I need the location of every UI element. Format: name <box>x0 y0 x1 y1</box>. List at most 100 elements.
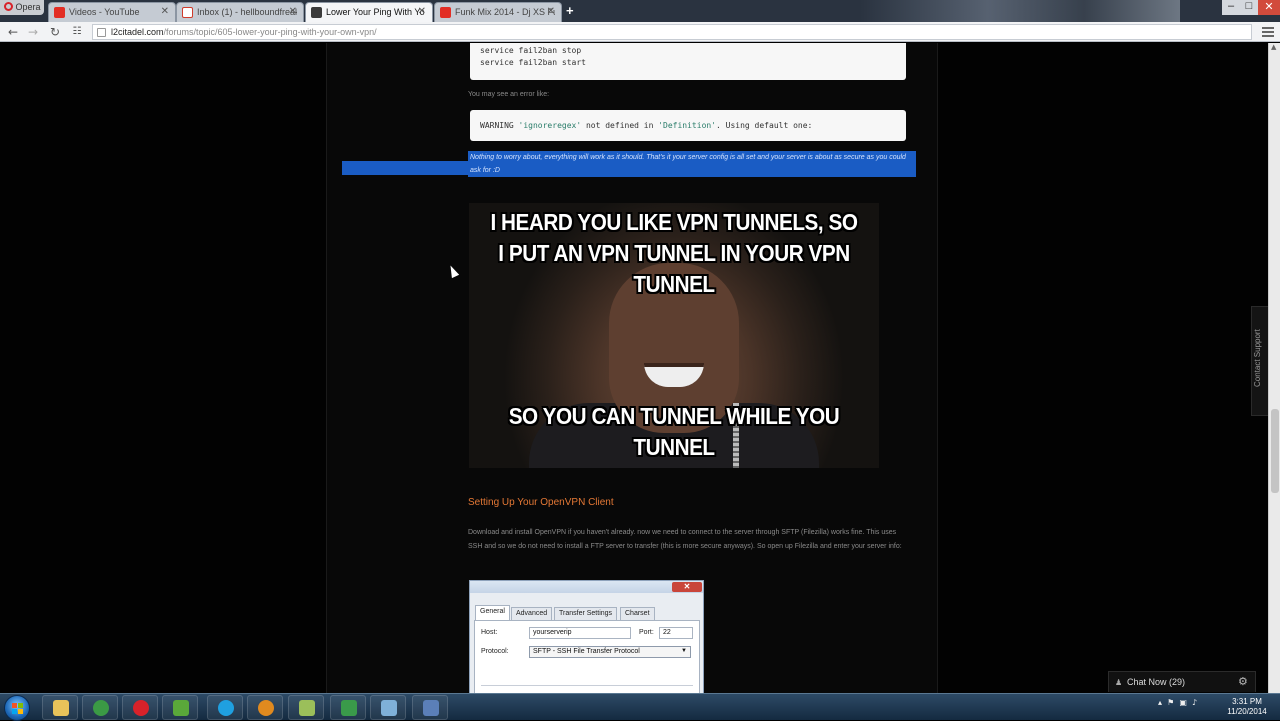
maximize-button[interactable]: □ <box>1240 0 1258 15</box>
meme-image: I HEARD YOU LIKE VPN TUNNELS, SO I PUT A… <box>469 203 879 468</box>
filezilla-icon <box>341 700 357 716</box>
youtube-icon <box>440 7 451 18</box>
back-button[interactable]: ← <box>6 25 20 39</box>
tab-close-icon[interactable]: ✕ <box>161 6 169 17</box>
close-window-button[interactable]: ✕ <box>1258 0 1280 15</box>
speed-dial-icon[interactable]: ☷ <box>70 25 84 39</box>
taskbar-chrome-button[interactable] <box>82 695 118 720</box>
page-icon <box>97 28 106 37</box>
scroll-up-icon[interactable]: ▲ <box>1271 43 1276 51</box>
taskbar-xsplit-button[interactable] <box>247 695 283 720</box>
url-path: /forums/topic/605-lower-your-ping-with-y… <box>163 27 377 37</box>
reload-button[interactable]: ↻ <box>48 25 62 39</box>
host-input: yourserverip <box>529 627 631 639</box>
protocol-label: Protocol: <box>481 648 509 655</box>
address-toolbar: ← → ↻ ☷ l2citadel.com/forums/topic/605-l… <box>0 22 1280 42</box>
text-selection-highlight <box>342 161 468 175</box>
taskbar-notepad-button[interactable] <box>288 695 324 720</box>
protocol-select: SFTP - SSH File Transfer Protocol ▼ <box>529 646 691 658</box>
opera-logo-icon <box>4 2 13 11</box>
taskbar-network-button[interactable] <box>412 695 448 720</box>
minimize-button[interactable]: – <box>1222 0 1240 15</box>
tab-bar-background <box>860 0 1180 22</box>
code-text: . Using default one: <box>716 121 813 130</box>
chevron-down-icon: ▼ <box>681 648 687 654</box>
tab-youtube[interactable]: Videos - YouTube ✕ <box>48 2 176 22</box>
taskbar-filezilla-button[interactable] <box>330 695 366 720</box>
network-icon <box>423 700 439 716</box>
code-text: not defined in <box>581 121 659 130</box>
code-line: service fail2ban stop <box>480 46 582 55</box>
taskbar-skype-button[interactable] <box>207 695 243 720</box>
l2citadel-icon <box>311 7 322 18</box>
menu-icon[interactable] <box>1262 25 1274 39</box>
taskbar-explorer-button[interactable] <box>42 695 78 720</box>
error-intro-text: You may see an error like: <box>468 91 550 98</box>
new-tab-button[interactable]: + <box>566 3 574 18</box>
page-scrollbar[interactable]: ▲ <box>1268 43 1280 693</box>
scroll-thumb[interactable] <box>1271 409 1279 493</box>
port-label: Port: <box>639 629 654 636</box>
forward-button[interactable]: → <box>26 25 40 39</box>
dialog-close-icon: ✕ <box>672 582 702 592</box>
clock-time: 3:31 PM <box>1232 697 1262 706</box>
chrome-icon <box>93 700 109 716</box>
dialog-panel: Host: yourserverip Port: 22 Protocol: SF… <box>474 620 700 693</box>
dialog-tab-charset: Charset <box>620 607 655 620</box>
opera-icon <box>133 700 149 716</box>
notepad-icon <box>299 700 315 716</box>
tab-title: Lower Your Ping With Yo <box>326 7 425 17</box>
tab-close-icon[interactable]: ✕ <box>289 6 297 17</box>
selected-paragraph[interactable]: Nothing to worry about, everything will … <box>468 151 916 177</box>
windows-taskbar: ▴ ⚑ ▣ ♪ 3:31 PM 11/20/2014 <box>0 693 1280 721</box>
tab-title: Inbox (1) - hellboundfreak <box>197 7 297 17</box>
meme-bottom-caption: SO YOU CAN TUNNEL WHILE YOU TUNNEL <box>508 403 840 460</box>
skype-icon <box>218 700 234 716</box>
url-host: l2citadel.com <box>111 27 164 37</box>
opera-menu-label: Opera <box>15 2 41 12</box>
gmail-icon <box>182 7 193 18</box>
start-button[interactable] <box>4 695 30 721</box>
folder-icon <box>53 700 69 716</box>
tab-gmail[interactable]: Inbox (1) - hellboundfreak ✕ <box>176 2 304 22</box>
page-viewport: service fail2ban stop service fail2ban s… <box>0 43 1268 693</box>
system-tray[interactable]: ▴ ⚑ ▣ ♪ <box>1158 698 1197 707</box>
tab-close-icon[interactable]: ✕ <box>547 6 555 17</box>
gear-icon[interactable]: ⚙ <box>1238 675 1248 688</box>
dialog-tab-advanced: Advanced <box>511 607 553 620</box>
opera-menu-button[interactable]: Opera <box>0 0 44 15</box>
code-block-warning: WARNING 'ignoreregex' not defined in 'De… <box>470 110 906 141</box>
dialog-titlebar <box>470 581 703 593</box>
code-keyword: WARNING <box>480 121 519 130</box>
filezilla-dialog-image: ✕ General Advanced Transfer Settings Cha… <box>469 580 704 693</box>
dialog-tab-general: General <box>475 605 510 620</box>
host-label: Host: <box>481 629 498 636</box>
tab-funk-mix[interactable]: Funk Mix 2014 - Dj XS Funk ✕ <box>434 2 562 22</box>
meme-top-caption: I HEARD YOU LIKE VPN TUNNELS, SO I PUT A… <box>490 209 858 297</box>
taskbar-app-button[interactable] <box>370 695 406 720</box>
clock[interactable]: 3:31 PM 11/20/2014 <box>1220 697 1274 717</box>
tab-title: Videos - YouTube <box>69 7 140 17</box>
tab-bar: Opera Videos - YouTube ✕ Inbox (1) - hel… <box>0 0 1280 22</box>
chat-user-icon: ♟ <box>1115 678 1123 687</box>
xsplit-icon <box>258 700 274 716</box>
chat-now-bar[interactable]: ♟ Chat Now (29) <box>1108 671 1256 692</box>
tab-close-icon[interactable]: ✕ <box>418 6 426 17</box>
dialog-divider <box>481 685 693 686</box>
taskbar-utorrent-button[interactable] <box>162 695 198 720</box>
tab-title: Funk Mix 2014 - Dj XS Funk <box>455 7 555 17</box>
dialog-tab-transfer: Transfer Settings <box>554 607 618 620</box>
youtube-icon <box>54 7 65 18</box>
address-field[interactable]: l2citadel.com/forums/topic/605-lower-you… <box>92 24 1252 40</box>
app-icon <box>381 700 397 716</box>
tab-l2citadel[interactable]: Lower Your Ping With Yo ✕ <box>305 2 433 22</box>
clock-date: 11/20/2014 <box>1227 707 1267 716</box>
port-input: 22 <box>659 627 693 639</box>
code-line: service fail2ban start <box>480 58 586 67</box>
section-heading: Setting Up Your OpenVPN Client <box>468 497 614 508</box>
code-string: 'Definition' <box>658 121 717 130</box>
contact-support-tab[interactable]: Contact Support <box>1251 306 1268 416</box>
protocol-value: SFTP - SSH File Transfer Protocol <box>533 648 640 655</box>
taskbar-opera-button[interactable] <box>122 695 158 720</box>
code-block-fail2ban: service fail2ban stop service fail2ban s… <box>470 43 906 80</box>
